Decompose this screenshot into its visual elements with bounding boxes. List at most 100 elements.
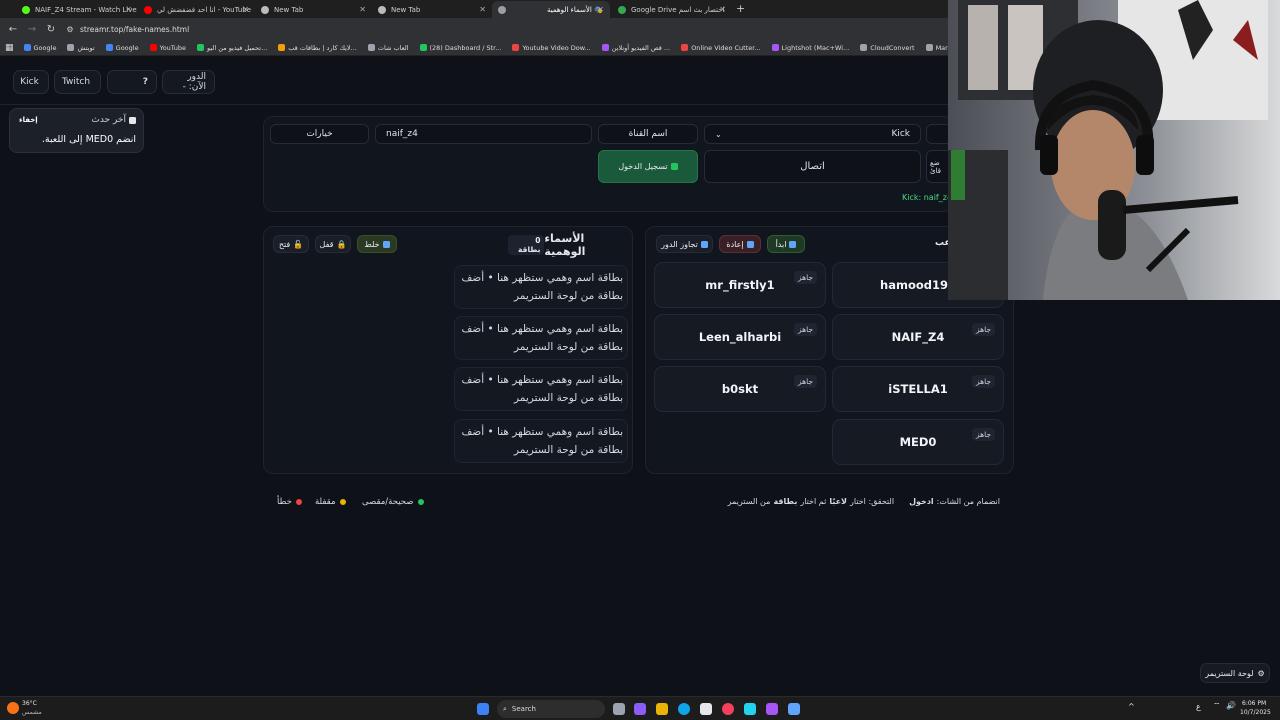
platform-select[interactable]: ⌄ Kick [704, 124, 921, 144]
player-card[interactable]: b0skt جاهز [654, 366, 826, 412]
close-tab-icon[interactable]: ✕ [479, 5, 486, 14]
steam-icon[interactable] [788, 703, 800, 715]
site-info-icon[interactable]: ⚙ [64, 25, 76, 34]
bookmark-item[interactable]: Google [105, 44, 139, 52]
channel-name-input[interactable]: naif_z4 [375, 124, 592, 144]
capcut-icon[interactable] [766, 703, 778, 715]
clock-time: 6:06 PM [1242, 700, 1267, 707]
browser-tab[interactable]: NAIF_Z4 Stream - Watch Live o...✕ [16, 1, 138, 18]
app-header: Kick Twitch ? الدور الآن: - [0, 57, 948, 105]
taskbar-search[interactable]: ⌕ Search [497, 700, 605, 718]
windows-start-icon[interactable] [477, 703, 489, 715]
fake-name-card-slot[interactable]: بطاقة اسم وهمي ستظهر هنا • أضف بطاقة من … [454, 265, 628, 309]
twitch-status-pill[interactable]: Twitch [54, 70, 101, 94]
bookmark-item[interactable]: تحميل فيديو من اليو... [197, 44, 267, 52]
browser-tab[interactable]: New Tab ✕ [372, 1, 492, 18]
bookmark-item[interactable]: Youtube Video Dow... [512, 44, 591, 52]
chrome-favicon-icon [378, 5, 386, 14]
file-explorer-icon[interactable] [656, 703, 668, 715]
player-card[interactable]: Leen_alharbi جاهز [654, 314, 826, 360]
legend-locked: مقفلة [315, 497, 346, 507]
start-button[interactable]: ابدأ [767, 235, 805, 253]
new-tab-button[interactable]: + [736, 2, 745, 15]
browser-tab[interactable]: انا احد فضفضش لي - YouTube ✕ [138, 1, 255, 18]
browser-tab[interactable]: New Tab ✕ [255, 1, 372, 18]
task-view-icon[interactable] [613, 703, 625, 715]
shuffle-button[interactable]: خلط [357, 235, 397, 253]
system-tray-chevron-icon[interactable]: ^ [1128, 702, 1135, 711]
reload-icon[interactable]: ↻ [45, 24, 57, 35]
forward-arrow-icon[interactable]: → [26, 24, 38, 35]
obs-icon[interactable] [744, 703, 756, 715]
bookmark-item[interactable]: Marathon Timer [925, 44, 948, 52]
bookmark-favicon-icon [925, 44, 933, 51]
unlock-button[interactable]: فتح 🔓 [273, 235, 309, 253]
language-indicator[interactable]: ع [1196, 702, 1201, 711]
close-tab-icon[interactable]: ✕ [597, 5, 604, 14]
chrome-icon[interactable] [722, 703, 734, 715]
fake-name-card-slot[interactable]: بطاقة اسم وهمي ستظهر هنا • أضف بطاقة من … [454, 419, 628, 463]
bookmark-item[interactable]: (28) Dashboard / Str... [419, 44, 501, 52]
close-tab-icon[interactable]: ✕ [242, 5, 249, 14]
player-card[interactable]: MED0 جاهز [832, 419, 1004, 465]
bookmark-item[interactable]: Online Video Cutter... [681, 44, 761, 52]
back-arrow-icon[interactable]: ← [7, 24, 19, 35]
bookmark-favicon-icon [419, 44, 427, 51]
fake-name-card-slot[interactable]: بطاقة اسم وهمي ستظهر هنا • أضف بطاقة من … [454, 367, 628, 411]
apps-grid-icon[interactable]: ▦ [5, 43, 14, 53]
bookmark-item[interactable]: قص الفيديو أونلاين ... [601, 44, 670, 52]
kick-favicon-icon [22, 5, 30, 14]
connection-status-text: Kick: naif_z4 [902, 193, 953, 202]
bookmark-item[interactable]: Lightshot (Mac+Wi... [771, 44, 849, 52]
connect-button[interactable]: اتصال [704, 150, 921, 183]
options-select[interactable]: خيارات [270, 124, 369, 144]
bookmark-item[interactable]: CloudConvert [860, 44, 915, 52]
shuffle-icon [382, 240, 390, 248]
bookmark-favicon-icon [367, 44, 375, 51]
gear-icon: ⚙ [1257, 668, 1265, 678]
volume-icon[interactable]: 🔊 [1226, 701, 1236, 710]
help-button[interactable]: ? [107, 70, 157, 94]
reset-button[interactable]: إعادة [719, 235, 761, 253]
url-text[interactable]: streamr.top/fake-names.html [80, 25, 189, 34]
green-dot-icon [417, 499, 424, 505]
bookmark-item[interactable]: تويتش [67, 44, 95, 52]
browser-tab[interactable]: Google Drive اختصار بث اسم ✕ [612, 1, 732, 18]
close-tab-icon[interactable]: ✕ [125, 5, 132, 14]
bookmark-item[interactable]: لايك كارد | بطاقات قب... [278, 44, 357, 52]
skip-turn-button[interactable]: تجاوز الدور [656, 235, 713, 253]
browser-tab-bar: NAIF_Z4 Stream - Watch Live o...✕ انا اح… [0, 0, 948, 18]
copilot-icon[interactable] [634, 703, 646, 715]
login-button[interactable]: تسجيل الدخول [598, 150, 698, 183]
store-icon[interactable] [700, 703, 712, 715]
bookmark-item[interactable]: Google [23, 44, 56, 52]
ready-badge: جاهز [971, 375, 995, 388]
toast-hide-button[interactable]: إخفاء [19, 116, 38, 124]
bookmark-item[interactable]: العاب شات [367, 44, 409, 52]
bookmark-favicon-icon [197, 44, 205, 51]
drive-favicon-icon [618, 5, 626, 14]
ready-badge: جاهز [793, 271, 817, 284]
bookmark-item[interactable]: YouTube [149, 44, 186, 52]
wifi-icon[interactable]: ⌔ [1213, 701, 1221, 711]
streamer-panel-button[interactable]: لوحة الستريمر ⚙ [1200, 663, 1270, 683]
lock-button[interactable]: قفل 🔒 [315, 235, 351, 253]
edge-icon[interactable] [678, 703, 690, 715]
browser-tab-active[interactable]: الأسماء الوهمية 🎭 ✕ [492, 1, 610, 18]
close-tab-icon[interactable]: ✕ [719, 5, 726, 14]
kick-status-pill[interactable]: Kick [13, 70, 49, 94]
fake-names-title: الأسماء الوهمية [544, 232, 586, 258]
bookmarks-bar: ▦ Google تويتش Google YouTube تحميل فيديو من… [0, 40, 948, 56]
close-tab-icon[interactable]: ✕ [359, 5, 366, 14]
card-count-badge: 0 بطاقة [508, 235, 545, 255]
reset-icon [746, 240, 754, 248]
bookmark-favicon-icon [860, 44, 868, 51]
player-card[interactable]: iSTELLA1 جاهز [832, 366, 1004, 412]
player-card[interactable]: NAIF_Z4 جاهز [832, 314, 1004, 360]
lock-icon: 🔒 [336, 239, 347, 249]
fake-name-card-slot[interactable]: بطاقة اسم وهمي ستظهر هنا • أضف بطاقة من … [454, 316, 628, 360]
instructions-line: انضمام من الشات: ادخول التحقق: اختار لاعبً… [727, 497, 1000, 506]
toast-title: آخر حدث [91, 115, 136, 125]
memo-icon [129, 116, 136, 124]
player-card[interactable]: mr_firstly1 جاهز [654, 262, 826, 308]
